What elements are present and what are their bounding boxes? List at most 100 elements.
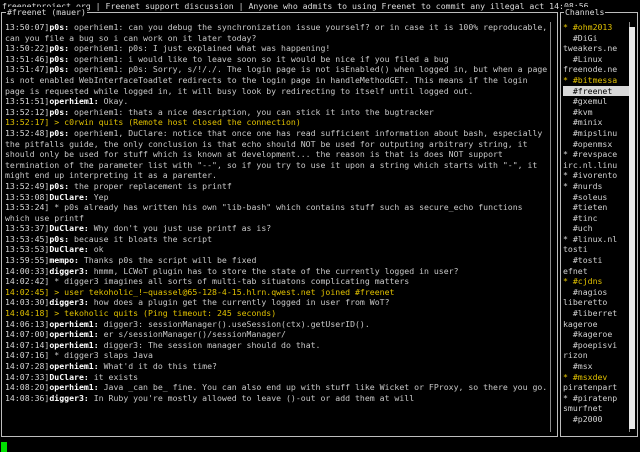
channel-item[interactable]: freenode.ne bbox=[563, 64, 629, 75]
timestamp: 14:03:30] bbox=[5, 297, 50, 308]
message-line: 14:07:14]operhiem1: digger3: The session… bbox=[5, 340, 549, 351]
nickname[interactable]: p0s: bbox=[49, 234, 69, 244]
channel-item[interactable]: piratenpart bbox=[563, 382, 629, 393]
channel-item[interactable]: tweakers.ne bbox=[563, 43, 629, 54]
nickname[interactable]: digger3: bbox=[49, 297, 88, 307]
message-line: 14:07:28]operhiem1: What'd it do this ti… bbox=[5, 361, 549, 372]
timestamp: 13:53:37] bbox=[5, 223, 50, 234]
message-line: 14:08:36]digger3: In Ruby you're mostly … bbox=[5, 393, 549, 404]
nickname[interactable]: operhiem1: bbox=[49, 319, 98, 329]
channel-list-panel: Channels * #ohm2013 #DiGi tweakers.ne #Li… bbox=[560, 7, 638, 437]
message-text: the proper replacement is printf bbox=[69, 180, 232, 191]
channel-item[interactable]: * #piratenp bbox=[563, 393, 629, 404]
nickname[interactable]: p0s: bbox=[49, 54, 69, 64]
channel-item[interactable]: #freenet bbox=[563, 85, 629, 97]
input-cursor[interactable] bbox=[1, 442, 7, 452]
channel-item[interactable]: #msx bbox=[563, 361, 629, 372]
nickname[interactable]: p0s: bbox=[49, 22, 69, 32]
channel-item[interactable]: #poepisvi bbox=[563, 340, 629, 351]
nickname[interactable]: p0s: bbox=[49, 181, 69, 191]
channel-item[interactable]: #Linux bbox=[563, 54, 629, 65]
channel-item[interactable]: #openmsx bbox=[563, 139, 629, 150]
message-line: 14:06:13]operhiem1: digger3: sessionMana… bbox=[5, 319, 549, 330]
channel-item[interactable]: #mipslinu bbox=[563, 128, 629, 139]
channel-item[interactable]: #DiGi bbox=[563, 33, 629, 44]
timestamp: 13:51:46] bbox=[5, 53, 50, 64]
channel-item[interactable]: * #nurds bbox=[563, 181, 629, 192]
channel-item[interactable]: rizon bbox=[563, 350, 629, 361]
message-line: 13:53:45]p0s: because it bloats the scri… bbox=[5, 234, 549, 245]
channel-item[interactable]: #kageroe bbox=[563, 329, 629, 340]
nickname[interactable]: operhiem1: bbox=[49, 329, 98, 339]
channel-item[interactable]: #soleus bbox=[563, 192, 629, 203]
channel-item[interactable]: tosti bbox=[563, 244, 629, 255]
nickname[interactable]: p0s: bbox=[49, 64, 69, 74]
chat-window[interactable]: #freenet (mauer) 13:50:07]p0s: operhiem1… bbox=[1, 7, 558, 437]
message-line: 14:03:30]digger3: how does a plugin get … bbox=[5, 297, 549, 308]
nickname[interactable]: operhiem1: bbox=[49, 382, 98, 392]
message-text: hmmm, LCWoT plugin has to store the stat… bbox=[88, 265, 459, 276]
nickname[interactable]: operhiem1: bbox=[49, 361, 98, 371]
channel-item[interactable]: efnet bbox=[563, 266, 629, 277]
channel-item[interactable]: #tosti bbox=[563, 255, 629, 266]
nickname[interactable]: p0s: bbox=[49, 43, 69, 53]
channel-item[interactable]: smurfnet bbox=[563, 403, 629, 414]
nickname[interactable]: DuClare: bbox=[49, 223, 88, 233]
message-line: 13:50:07]p0s: operhiem1: can you debug t… bbox=[5, 22, 549, 43]
channel-item[interactable]: #uch bbox=[563, 223, 629, 234]
channel-scrollbar-thumb[interactable] bbox=[629, 27, 635, 429]
channel-item[interactable]: * #bitmessa bbox=[563, 75, 629, 86]
nickname[interactable]: digger3: bbox=[49, 393, 88, 403]
message-line: 13:53:37]DuClare: Why don't you just use… bbox=[5, 223, 549, 234]
channel-item[interactable]: * #cjdns bbox=[563, 276, 629, 287]
channel-item[interactable]: * #msxdev bbox=[563, 372, 629, 383]
channel-item[interactable]: #minix bbox=[563, 117, 629, 128]
channel-item[interactable]: #gxemul bbox=[563, 96, 629, 107]
message-line: 13:51:46]p0s: operhiem1: i would like to… bbox=[5, 54, 549, 65]
channel-item[interactable]: #tinc bbox=[563, 213, 629, 224]
timestamp: 13:50:22] bbox=[5, 43, 50, 54]
nickname[interactable]: DuClare: bbox=[49, 192, 88, 202]
message-text: Yep bbox=[88, 191, 109, 202]
message-text: In Ruby you're mostly allowed to leave (… bbox=[88, 392, 415, 403]
nickname[interactable]: p0s: bbox=[49, 128, 69, 138]
timestamp: 14:02:42] bbox=[5, 276, 50, 287]
channel-item[interactable]: #liberret bbox=[563, 308, 629, 319]
message-list: 13:50:07]p0s: operhiem1: can you debug t… bbox=[5, 22, 549, 403]
nickname[interactable]: mempo: bbox=[49, 255, 79, 265]
channel-item[interactable]: * #revspace bbox=[563, 149, 629, 160]
channel-item[interactable]: #p2000 bbox=[563, 414, 629, 425]
channel-item[interactable]: * #ivorento bbox=[563, 170, 629, 181]
channel-item[interactable]: * #ohm2013 bbox=[563, 22, 629, 33]
message-line: 13:53:08]DuClare: Yep bbox=[5, 192, 549, 203]
channel-item[interactable]: * #linux.nl bbox=[563, 234, 629, 245]
timestamp: 14:08:36] bbox=[5, 392, 50, 403]
channel-item[interactable]: liberetto bbox=[563, 297, 629, 308]
chat-scrollbar[interactable] bbox=[550, 22, 555, 432]
channel-item[interactable]: #nagios bbox=[563, 287, 629, 298]
channel-item[interactable]: irc.nl.linu bbox=[563, 160, 629, 171]
channel-list: * #ohm2013 #DiGi tweakers.ne #Linux freeno… bbox=[563, 22, 629, 425]
nickname[interactable]: DuClare: bbox=[49, 244, 88, 254]
message-text: operhiem1, DuClare: notice that once one… bbox=[5, 127, 543, 181]
nickname[interactable]: operhiem1: bbox=[49, 340, 98, 350]
message-text: Okay. bbox=[98, 96, 129, 107]
nickname[interactable]: digger3: bbox=[49, 266, 88, 276]
nickname[interactable]: DuClare: bbox=[49, 372, 88, 382]
timestamp: 14:02:45] bbox=[5, 286, 50, 297]
nickname[interactable]: p0s: bbox=[49, 107, 69, 117]
timestamp: 14:07:33] bbox=[5, 371, 50, 382]
timestamp: 14:00:33] bbox=[5, 265, 50, 276]
message-text: digger3: The session manager should do t… bbox=[98, 339, 321, 350]
message-text: operhiem1: thats a nice description, you… bbox=[69, 106, 434, 117]
nickname[interactable]: operhiem1: bbox=[49, 96, 98, 106]
channel-item[interactable]: #tieten bbox=[563, 202, 629, 213]
channel-item[interactable]: #kvm bbox=[563, 107, 629, 118]
event-line: 14:04:18] > tekoholic quits (Ping timeou… bbox=[5, 308, 549, 319]
timestamp: 13:53:45] bbox=[5, 233, 50, 244]
message-line: 13:50:22]p0s: operhiem1: p0s: I just exp… bbox=[5, 43, 549, 54]
message-line: 13:51:51]operhiem1: Okay. bbox=[5, 96, 549, 107]
timestamp: 13:51:51] bbox=[5, 96, 50, 107]
message-text: > c0rwin quits (Remote host closed the c… bbox=[49, 117, 301, 128]
channel-item[interactable]: kageroe bbox=[563, 319, 629, 330]
